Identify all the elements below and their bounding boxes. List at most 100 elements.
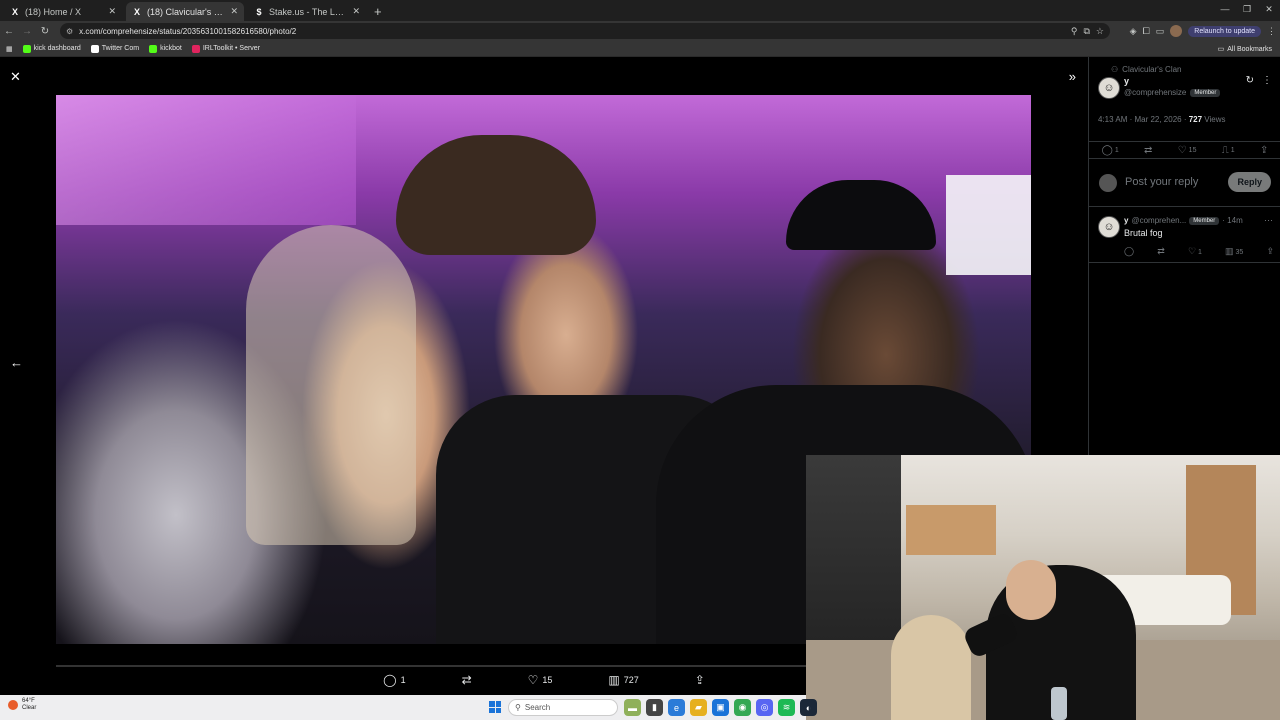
repost-button[interactable]: ⇄: [1157, 246, 1165, 257]
widget-icon[interactable]: ▬: [624, 699, 641, 716]
reply-author[interactable]: y: [1124, 216, 1128, 225]
all-bookmarks-button[interactable]: ▭ All Bookmarks: [1218, 41, 1272, 57]
split-view-icon[interactable]: ▭: [1156, 26, 1165, 37]
weather-text: 64°F Clear: [22, 698, 36, 712]
repost-icon: ⇄: [1157, 246, 1165, 256]
search-placeholder: Search: [524, 703, 551, 712]
tab-community[interactable]: X (18) Clavicular's Clan Commun ✕: [126, 2, 244, 21]
photo-region: [246, 225, 416, 545]
file-explorer-icon[interactable]: ▰: [690, 699, 707, 716]
bookmark-irltoolkit[interactable]: IRLToolkit • Server: [191, 44, 260, 53]
member-badge: Member: [1190, 88, 1221, 97]
extensions-puzzle-icon[interactable]: ⧠: [1143, 26, 1150, 37]
reply-button[interactable]: ◯: [1124, 246, 1134, 257]
address-bar[interactable]: ⚙ x.com/comprehensize/status/20356310015…: [60, 23, 1110, 39]
close-icon[interactable]: ✕: [10, 69, 21, 85]
avatar[interactable]: ☺: [1098, 216, 1120, 238]
reply-handle[interactable]: @comprehen...: [1131, 216, 1186, 225]
discord-icon[interactable]: ◎: [756, 699, 773, 716]
apps-grid-icon[interactable]: ▦: [6, 45, 13, 53]
reply-composer: Post your reply Reply: [1089, 161, 1280, 207]
share-icon: ⇪: [1259, 144, 1269, 156]
bookmarks-bar: ▦ kick dashboard Twitter Com kickbot IRL…: [0, 41, 1280, 57]
webcam-region: [891, 615, 971, 720]
author-handle[interactable]: @comprehensize: [1124, 88, 1186, 97]
tab-home[interactable]: X (18) Home / X ✕: [4, 2, 122, 21]
install-icon[interactable]: ⧉: [1083, 26, 1089, 37]
reply-button[interactable]: ◯ 1: [1102, 145, 1119, 156]
chrome-icon[interactable]: ◉: [734, 699, 751, 716]
stake-logo-icon: $: [256, 6, 262, 17]
back-icon[interactable]: ←: [0, 22, 18, 40]
webcam-overlay: [806, 455, 1280, 720]
expand-sidebar-icon[interactable]: »: [1069, 69, 1076, 84]
reply-count: 1: [1114, 146, 1119, 154]
minimize-icon[interactable]: —: [1214, 0, 1236, 18]
site-info-icon[interactable]: ⚙: [66, 27, 73, 36]
profile-avatar[interactable]: [1170, 25, 1183, 37]
avatar[interactable]: ☺: [1098, 77, 1120, 99]
reply-tweet[interactable]: ☺ y @comprehen... Member · 14m ⋯ Brutal …: [1089, 209, 1280, 263]
timestamp-text: 4:13 AM · Mar 22, 2026 ·: [1098, 115, 1189, 124]
bookmark-kickbot[interactable]: kickbot: [149, 44, 182, 53]
weather-icon: [8, 700, 18, 710]
view-count: 727: [623, 675, 639, 685]
views-button[interactable]: ▥ 35: [1225, 246, 1243, 257]
forward-icon[interactable]: →: [18, 22, 36, 40]
task-view-icon[interactable]: ▮: [646, 699, 663, 716]
store-icon[interactable]: ▣: [712, 699, 729, 716]
spotify-icon[interactable]: ≋: [778, 699, 795, 716]
weather-widget[interactable]: 64°F Clear: [8, 698, 36, 712]
extension-icon[interactable]: ◈: [1130, 26, 1137, 37]
author-name[interactable]: y: [1124, 76, 1129, 86]
repost-button[interactable]: ⇄: [462, 673, 472, 687]
reply-icon: ◯: [1101, 144, 1113, 156]
community-name: Clavicular's Clan: [1122, 65, 1182, 74]
close-tab-icon[interactable]: ✕: [230, 6, 238, 17]
share-button[interactable]: ⇪: [1260, 145, 1268, 156]
bookmark-button[interactable]: ⎍ 1: [1222, 145, 1235, 156]
bookmark-kick-dashboard[interactable]: kick dashboard: [22, 44, 81, 53]
share-button[interactable]: ⇪: [695, 673, 705, 687]
close-window-icon[interactable]: ✕: [1258, 0, 1280, 18]
views-button[interactable]: ▥ 727: [608, 673, 638, 687]
photo-region: [396, 135, 596, 255]
windows-start-icon[interactable]: [489, 701, 501, 713]
tab-label: (18) Home / X: [25, 6, 82, 17]
new-tab-icon[interactable]: +: [374, 2, 382, 21]
previous-photo-icon[interactable]: ←: [10, 355, 23, 370]
bookmark-label: Twitter Com: [101, 45, 140, 52]
like-button[interactable]: ♡ 15: [1178, 145, 1197, 156]
relaunch-button[interactable]: Relaunch to update: [1188, 25, 1261, 37]
bookmark-twitter-com[interactable]: Twitter Com: [90, 44, 140, 53]
close-tab-icon[interactable]: ✕: [352, 6, 360, 17]
webcam-region: [1051, 687, 1067, 720]
browser-tab-bar: X (18) Home / X ✕ X (18) Clavicular's Cl…: [0, 0, 1280, 21]
reply-input[interactable]: Post your reply: [1125, 176, 1198, 188]
like-button[interactable]: ♡ 1: [1188, 246, 1202, 257]
taskbar-search[interactable]: ⚲ Search: [508, 699, 618, 716]
member-badge: Member: [1189, 216, 1220, 225]
share-button[interactable]: ⇪: [1266, 246, 1274, 257]
community-label[interactable]: ⚇ Clavicular's Clan: [1111, 65, 1182, 74]
repost-button[interactable]: ⇄: [1144, 145, 1152, 156]
reload-icon[interactable]: ↻: [36, 22, 54, 40]
more-options-icon[interactable]: ⋯: [1264, 215, 1273, 226]
bookmark-star-icon[interactable]: ☆: [1096, 26, 1104, 37]
like-count: 15: [542, 675, 553, 685]
edge-icon[interactable]: e: [668, 699, 685, 716]
zoom-icon[interactable]: ⚲: [1071, 26, 1078, 37]
tab-stake[interactable]: $ Stake.us - The Leading Social C ✕: [248, 2, 366, 21]
maximize-icon[interactable]: ❐: [1236, 0, 1258, 18]
search-icon: ⚲: [515, 703, 521, 712]
more-options-icon[interactable]: ⋮: [1262, 75, 1272, 86]
grok-icon[interactable]: ↻: [1246, 75, 1254, 86]
steam-icon[interactable]: ◐: [800, 699, 817, 716]
reply-submit-button[interactable]: Reply: [1228, 172, 1271, 192]
like-button[interactable]: ♡ 15: [528, 673, 553, 687]
irltoolkit-icon: [191, 44, 200, 53]
window-controls: — ❐ ✕: [1214, 0, 1280, 18]
close-tab-icon[interactable]: ✕: [108, 6, 116, 17]
menu-kebab-icon[interactable]: ⋮: [1267, 26, 1276, 37]
reply-button[interactable]: ◯ 1: [383, 673, 405, 687]
